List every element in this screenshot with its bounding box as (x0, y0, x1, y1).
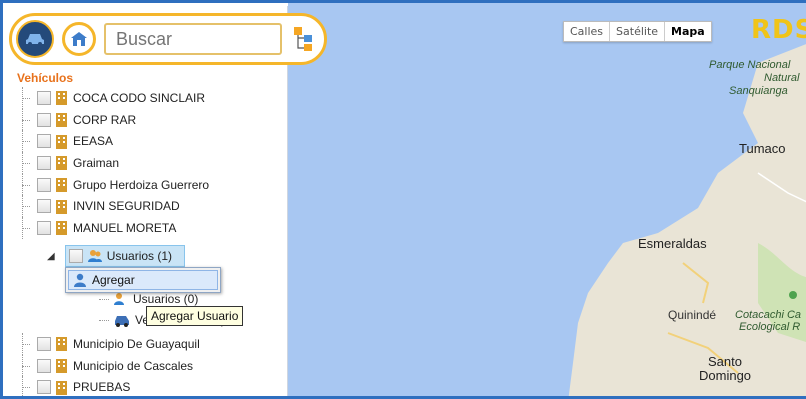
node-label: Municipio de Cascales (73, 358, 194, 373)
app-frame: Calles Satélite Mapa RDS Parque Nacional… (0, 0, 806, 399)
map-label-esmeraldas: Esmeraldas (638, 236, 707, 251)
vehicle-tree: COCA CODO SINCLAIR CORP RAR EEASA Graima… (17, 87, 209, 239)
tree-node-usuarios-child[interactable]: Usuarios (0) (99, 291, 198, 307)
node-label: Grupo Herdoiza Guerrero (73, 177, 210, 192)
node-checkbox[interactable] (37, 155, 51, 170)
tooltip: Agregar Usuario (146, 306, 244, 326)
tree-connector (17, 376, 31, 396)
users-icon (87, 250, 102, 262)
context-menu-item-agregar[interactable]: Agregar (68, 270, 218, 290)
map-label-domingo: Domingo (699, 368, 752, 383)
map-label-quininde: Quinindé (668, 308, 717, 322)
tree-node[interactable]: CORP RAR (17, 108, 209, 131)
map-type-satelite[interactable]: Satélite (610, 22, 666, 41)
home-button[interactable] (62, 22, 96, 56)
map-label-sanquianga: Sanquianga (729, 85, 788, 97)
tree-connector (17, 152, 31, 174)
vehicles-button[interactable] (16, 20, 54, 58)
tree-node[interactable]: Municipio de Cascales (17, 354, 200, 377)
node-label: Usuarios (0) (133, 292, 199, 306)
building-icon (56, 113, 67, 128)
node-checkbox[interactable] (68, 249, 83, 263)
node-checkbox[interactable] (37, 220, 51, 235)
vehicle-icon (115, 316, 129, 327)
node-checkbox[interactable] (37, 134, 51, 149)
tree-connector (99, 298, 109, 300)
node-checkbox[interactable] (37, 380, 51, 395)
map-type-calles[interactable]: Calles (564, 22, 611, 41)
map-label-ecological: Ecological R (739, 321, 801, 333)
user-add-icon (74, 273, 86, 287)
tree-node[interactable]: PRUEBAS (17, 376, 200, 396)
node-checkbox[interactable] (37, 90, 51, 105)
map-label-tumaco: Tumaco (739, 141, 786, 156)
hierarchy-icon (294, 27, 312, 51)
tree-connector (17, 87, 31, 109)
users-icon (114, 293, 124, 305)
search-box (104, 23, 282, 55)
node-checkbox[interactable] (37, 199, 51, 214)
map-label-cotacachi: Cotacachi Ca (735, 309, 802, 321)
map-label-natural: Natural (764, 72, 800, 84)
map-view[interactable]: Calles Satélite Mapa RDS Parque Nacional… (288, 3, 806, 396)
building-icon (56, 199, 67, 214)
tree-connector (17, 333, 31, 355)
node-checkbox[interactable] (37, 358, 51, 373)
tree-connector (17, 195, 31, 217)
map-label-parque: Parque Nacional (709, 59, 791, 71)
node-label: Usuarios (1) (106, 249, 173, 263)
car-icon (26, 34, 44, 46)
toolbar (9, 13, 327, 65)
node-label: CORP RAR (73, 112, 137, 127)
building-icon (56, 134, 67, 149)
node-label: MANUEL MORETA (73, 220, 177, 235)
tree-connector (17, 130, 31, 152)
node-label: Municipio De Guayaquil (73, 336, 200, 351)
building-icon (56, 178, 67, 193)
tree-node[interactable]: Grupo Herdoiza Guerrero (17, 173, 210, 196)
tree-node-expanded[interactable]: MANUEL MORETA (17, 217, 209, 239)
node-label: INVIN SEGURIDAD (73, 199, 180, 214)
node-label: COCA CODO SINCLAIR (73, 90, 206, 105)
map-type-mapa[interactable]: Mapa (665, 22, 711, 41)
tree-node[interactable]: EEASA (17, 130, 209, 152)
rds-logo: RDS (751, 15, 806, 45)
building-icon (56, 337, 67, 352)
building-icon (71, 32, 87, 46)
building-icon (56, 221, 67, 236)
map-type-control: Calles Satélite Mapa (563, 21, 712, 42)
building-icon (56, 91, 67, 106)
tree-view-button[interactable] (290, 24, 316, 54)
node-label: EEASA (73, 134, 114, 149)
building-icon (56, 380, 67, 395)
node-label: PRUEBAS (73, 380, 131, 395)
context-menu: Agregar (65, 267, 221, 293)
tree-node[interactable]: COCA CODO SINCLAIR (17, 87, 209, 109)
building-icon (56, 359, 67, 374)
tree-node[interactable]: Graiman (17, 152, 209, 174)
map-label-santo: Santo (708, 354, 742, 369)
section-title: Vehículos (17, 71, 74, 85)
tree-connector (17, 354, 31, 377)
node-label: Graiman (73, 155, 120, 170)
search-input[interactable] (116, 28, 270, 50)
tree-connector (17, 217, 31, 239)
tree-node[interactable]: INVIN SEGURIDAD (17, 195, 209, 217)
node-checkbox[interactable] (37, 336, 51, 351)
node-checkbox[interactable] (37, 177, 51, 192)
tree-connector (99, 319, 109, 321)
context-menu-label: Agregar (92, 273, 135, 287)
tree-connector (17, 173, 31, 196)
tree-node[interactable]: Municipio De Guayaquil (17, 333, 200, 355)
expand-arrow-icon[interactable]: ◢ (47, 251, 55, 262)
vehicle-tree-continued: Municipio De Guayaquil Municipio de Casc… (17, 333, 200, 396)
tree-node-usuarios[interactable]: ◢ Usuarios (1) (47, 247, 172, 265)
node-checkbox[interactable] (37, 112, 51, 127)
tree-connector (17, 108, 31, 131)
building-icon (56, 156, 67, 171)
